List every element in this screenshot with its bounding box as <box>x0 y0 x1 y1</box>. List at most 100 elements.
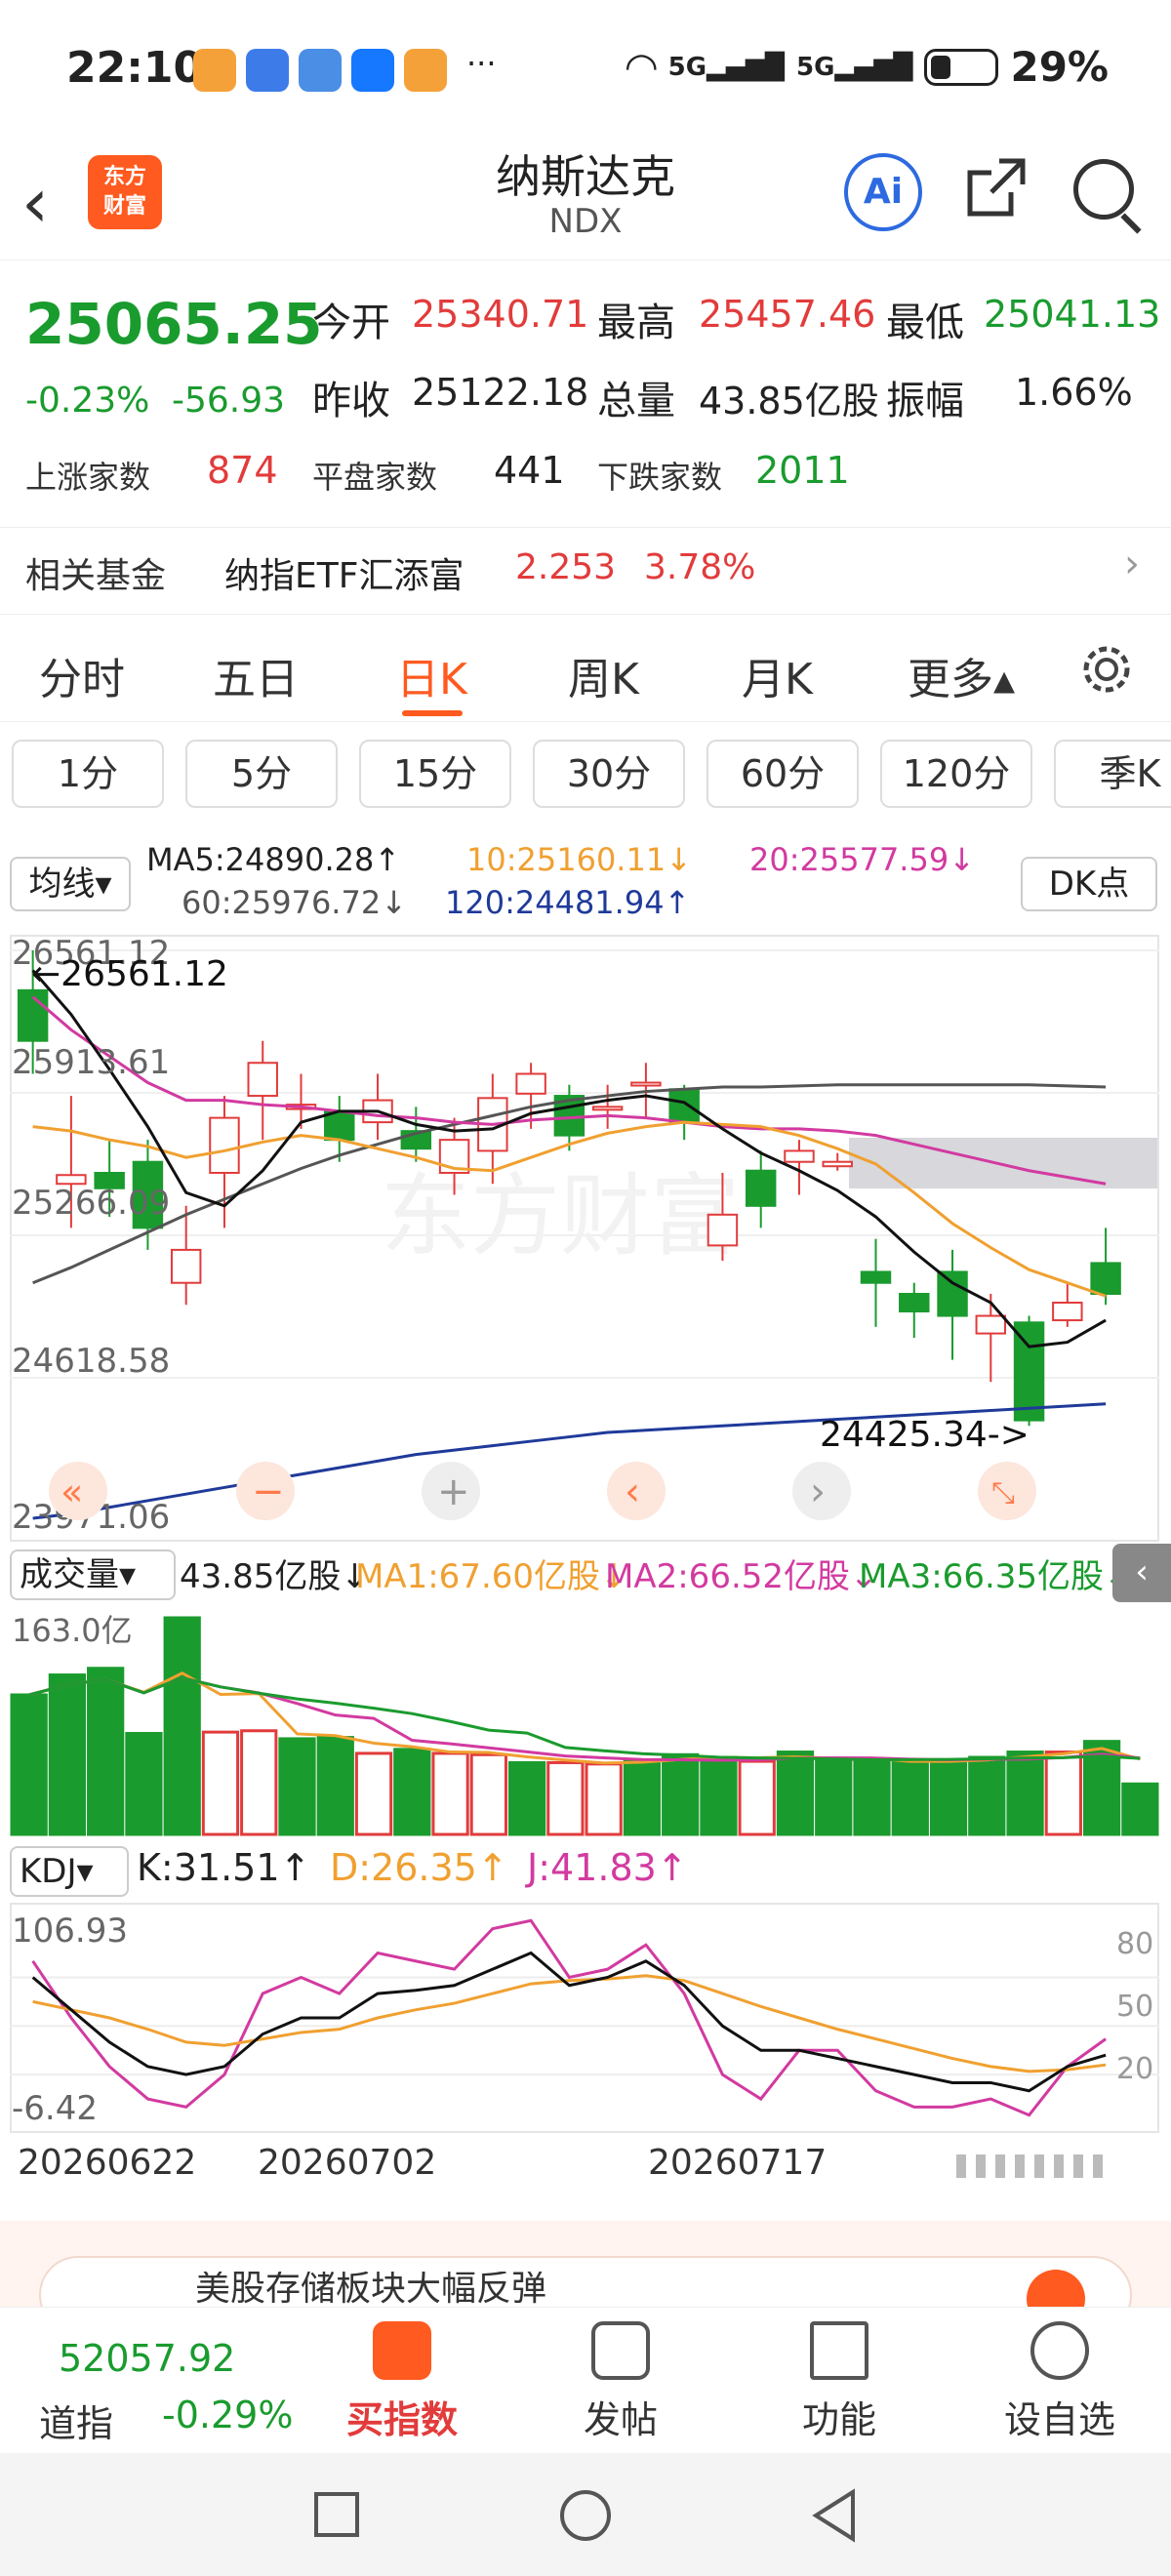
alipay-icon <box>351 49 394 92</box>
kdj-jv-line <box>31 1918 1107 2117</box>
volume-bar <box>393 1748 431 1836</box>
recent-apps-button[interactable] <box>314 2492 359 2537</box>
kdj-ref-50: 50 <box>1116 1990 1153 2024</box>
kdj-dv-line <box>32 1974 1107 2073</box>
scroll-indicator[interactable] <box>956 2154 1112 2178</box>
dk-point-button[interactable]: DK点 <box>1021 857 1157 911</box>
functions-button[interactable]: 功能 <box>761 2321 917 2443</box>
volume-bar <box>87 1667 125 1836</box>
volume-bar <box>316 1736 354 1836</box>
up-count-label: 上涨家数 <box>25 459 151 496</box>
volume-bar <box>585 1762 623 1836</box>
rewind-icon: « <box>61 1470 83 1513</box>
ai-assistant-button[interactable]: Ai <box>844 153 922 231</box>
date-axis: 20260622 20260702 20260717 <box>0 2143 1171 2201</box>
tab-daily-k[interactable]: 日K <box>396 644 467 706</box>
dow-percent[interactable]: -0.29% <box>162 2394 293 2436</box>
tab-five-day[interactable]: 五日 <box>213 644 299 706</box>
buy-index-button[interactable]: 买指数 <box>324 2321 480 2443</box>
banner-text: 美股存储板块大幅反弹 <box>195 2272 547 2307</box>
collapse-panel-button[interactable]: ‹ <box>1112 1544 1171 1602</box>
more-notifications: ··· <box>466 45 497 82</box>
volume-bar <box>240 1729 278 1836</box>
share-icon[interactable] <box>962 153 1030 236</box>
tab-intraday[interactable]: 分时 <box>39 644 125 706</box>
volume-selector[interactable]: 成交量▾ <box>10 1550 176 1600</box>
subtab-quarterly-k[interactable]: 季K <box>1054 740 1171 808</box>
y-label-2: 25913.61 <box>12 1043 170 1082</box>
subtab-5min[interactable]: 5分 <box>185 740 338 808</box>
volume-bar <box>1121 1782 1159 1836</box>
fund-name: 纳指ETF汇添富 <box>224 556 464 596</box>
tab-monthly-k[interactable]: 月K <box>742 644 813 706</box>
candlestick-chart[interactable]: 东方财富 26561.12 25913.61 25266.09 24618.58… <box>10 935 1159 1542</box>
subtab-15min[interactable]: 15分 <box>359 740 511 808</box>
fund-percent: 3.78% <box>644 547 756 587</box>
ma-selector[interactable]: 均线▾ <box>10 857 131 911</box>
kdj-ref-80: 80 <box>1116 1927 1153 1961</box>
post-button[interactable]: 发帖 <box>543 2321 699 2443</box>
ma5-value: MA5:24890.28↑ <box>146 841 401 878</box>
volume-bar <box>48 1673 87 1836</box>
subtab-60min[interactable]: 60分 <box>707 740 859 808</box>
volume-bar <box>662 1752 700 1836</box>
volume-bar <box>507 1760 546 1836</box>
dow-name[interactable]: 道指 <box>39 2394 113 2447</box>
header: 纳斯达克 NDX ‹ 东方 财富 Ai <box>0 141 1171 261</box>
search-icon[interactable] <box>1073 159 1134 220</box>
high-value: 25457.46 <box>699 293 876 336</box>
home-button[interactable] <box>560 2490 611 2541</box>
kdj-selector[interactable]: KDJ▾ <box>10 1846 129 1897</box>
news-banner[interactable]: 美股存储板块大幅反弹 <box>0 2221 1171 2307</box>
volume-bar <box>278 1737 316 1836</box>
volume-chart: 163.0亿 <box>10 1612 1159 1836</box>
date-label: 20260717 <box>648 2143 828 2183</box>
grid-icon <box>810 2321 868 2380</box>
candle-body <box>247 1062 278 1098</box>
trend-chart-icon <box>373 2321 431 2380</box>
down-count: 2011 <box>755 449 850 492</box>
fund-label: 相关基金 <box>25 556 167 596</box>
moving-average-row: 均线▾ MA5:24890.28↑ 10:25160.11↓ 20:25577.… <box>0 841 1171 939</box>
subtab-30min[interactable]: 30分 <box>533 740 685 808</box>
amplitude-label: 振幅 <box>886 379 964 423</box>
candle-body <box>515 1072 546 1095</box>
notification-icons <box>193 49 447 92</box>
settings-gear-icon[interactable] <box>1077 640 1136 703</box>
expand-icon: ⤡ <box>991 1476 1015 1510</box>
kdj-y-top: 106.93 <box>12 1912 128 1951</box>
minus-icon: − <box>252 1469 285 1514</box>
flat-count-label: 平盘家数 <box>312 459 438 496</box>
y-label-4: 24618.58 <box>12 1342 170 1381</box>
battery-icon <box>924 48 999 86</box>
signal-icon: 5G▂▄▆█ <box>667 52 786 82</box>
dow-value[interactable]: 52057.92 <box>59 2337 235 2380</box>
volume-bar <box>738 1759 776 1836</box>
more-circle-icon <box>1030 2321 1089 2380</box>
change-value: -56.93 <box>172 381 286 421</box>
subtab-120min[interactable]: 120分 <box>880 740 1032 808</box>
active-tab-indicator <box>402 710 463 716</box>
volume-bar <box>431 1751 469 1836</box>
period-tabs: 分时 五日 日K 周K 月K 更多▴ <box>0 615 1171 722</box>
candle-body <box>707 1213 739 1247</box>
volume-bar <box>1044 1751 1082 1836</box>
up-count: 874 <box>207 449 278 492</box>
subtab-1min[interactable]: 1分 <box>12 740 164 808</box>
back-button[interactable]: ‹ <box>21 163 49 243</box>
candle-body <box>1090 1262 1121 1295</box>
volume-ma3: MA3:66.35亿股↓ <box>859 1557 1132 1596</box>
tab-more[interactable]: 更多▴ <box>908 644 1015 706</box>
volume-bar <box>700 1755 738 1836</box>
system-navigation <box>0 2453 1171 2576</box>
related-fund-row[interactable]: 相关基金 纳指ETF汇添富 2.253 3.78% › <box>0 527 1171 615</box>
low-value: 25041.13 <box>984 293 1161 336</box>
volume-bar <box>891 1759 929 1836</box>
kdj-y-bottom: -6.42 <box>12 2089 98 2128</box>
kdj-d: D:26.35↑ <box>330 1846 508 1889</box>
tab-weekly-k[interactable]: 周K <box>568 644 639 706</box>
volume-bar <box>469 1752 507 1836</box>
date-label: 20260622 <box>18 2143 197 2183</box>
back-nav-button[interactable] <box>810 2488 859 2547</box>
add-watchlist-button[interactable]: 设自选 <box>982 2321 1138 2443</box>
